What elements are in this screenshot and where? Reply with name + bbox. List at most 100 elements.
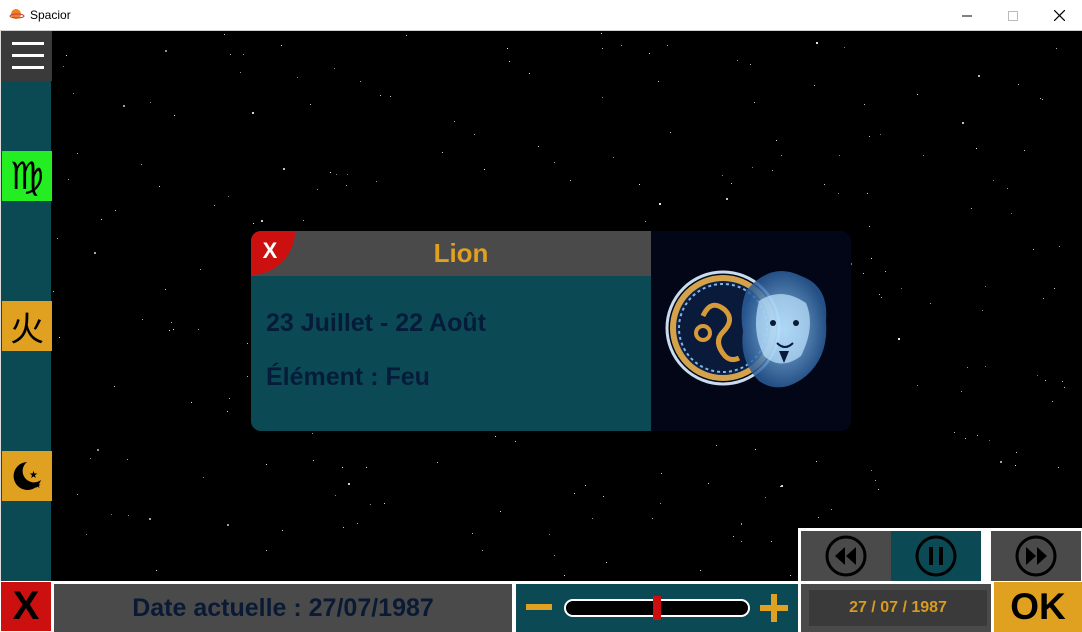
hamburger-line (12, 54, 44, 57)
star (875, 480, 876, 481)
star (989, 440, 990, 441)
speed-slider[interactable] (564, 596, 750, 620)
moon-stars-icon: ★ ★ (13, 462, 41, 490)
pause-button[interactable] (891, 531, 981, 581)
star (869, 226, 870, 227)
svg-text:★: ★ (29, 470, 38, 481)
star (281, 45, 282, 46)
star (985, 286, 986, 287)
star (869, 136, 870, 137)
star (985, 366, 986, 367)
star (592, 518, 593, 519)
star (923, 155, 924, 156)
star (700, 570, 701, 571)
star (1062, 381, 1063, 382)
star (1007, 188, 1008, 189)
star (303, 220, 304, 221)
plus-icon[interactable] (759, 593, 789, 623)
star (1040, 98, 1041, 99)
minus-icon[interactable] (524, 600, 554, 614)
star (77, 494, 78, 495)
star (741, 541, 742, 542)
star (171, 322, 172, 323)
date-input-field[interactable]: 27 / 07 / 1987 (809, 590, 987, 626)
star (838, 193, 839, 194)
star (878, 489, 879, 490)
star (230, 54, 231, 55)
rewind-button[interactable] (801, 531, 891, 581)
star (482, 550, 483, 551)
sidebar-item-moon[interactable]: ★ ★ (2, 451, 52, 501)
star (1024, 150, 1025, 151)
star (1000, 461, 1002, 463)
star (879, 294, 880, 295)
close-window-button[interactable] (1036, 0, 1082, 31)
star (203, 477, 204, 478)
svg-text:★: ★ (34, 481, 41, 490)
star (313, 460, 314, 461)
star (149, 518, 151, 520)
maximize-icon (1008, 10, 1018, 21)
sidebar-item-zodiac[interactable]: ♍ (2, 151, 52, 201)
speed-slider-thumb[interactable] (653, 596, 661, 620)
star (310, 104, 311, 105)
star (228, 196, 229, 197)
star (348, 483, 350, 485)
star (1042, 99, 1043, 100)
star (961, 391, 962, 392)
star (1058, 467, 1059, 468)
maximize-button[interactable] (990, 0, 1036, 31)
star (962, 122, 964, 124)
ok-button[interactable]: OK (994, 582, 1082, 632)
star (169, 330, 170, 331)
star (114, 386, 115, 387)
star (1037, 375, 1038, 376)
quit-button[interactable]: X (1, 582, 51, 631)
star (227, 411, 228, 412)
star (515, 441, 516, 442)
star (816, 461, 817, 462)
star (507, 48, 508, 49)
star (867, 193, 868, 194)
star (603, 496, 604, 497)
star (156, 570, 157, 571)
speed-control (516, 584, 798, 632)
star (1052, 401, 1053, 402)
star (917, 94, 918, 95)
minimize-button[interactable] (944, 0, 990, 31)
fast-forward-button[interactable] (991, 531, 1081, 581)
menu-button[interactable] (2, 31, 52, 81)
star (227, 524, 229, 526)
star (312, 433, 313, 434)
fire-element-icon: 火 (10, 309, 44, 350)
star (253, 223, 254, 224)
star (247, 343, 248, 344)
hamburger-line (12, 42, 44, 45)
star (474, 134, 475, 135)
sidebar: ♍ 火 ★ ★ (0, 31, 52, 581)
star (165, 289, 166, 290)
star (1064, 387, 1065, 388)
star (159, 186, 160, 187)
star (864, 104, 865, 105)
star (570, 180, 571, 181)
star (898, 338, 900, 340)
star (90, 458, 91, 459)
star (602, 48, 603, 49)
star (266, 464, 267, 465)
star (954, 432, 955, 433)
sign-dates: 23 Juillet - 22 Août (266, 309, 486, 337)
sidebar-item-element[interactable]: 火 (2, 301, 52, 351)
star (94, 252, 96, 254)
star (261, 220, 263, 222)
star (645, 221, 646, 222)
star (1059, 246, 1060, 247)
star (472, 533, 473, 534)
star (384, 503, 385, 504)
star (722, 175, 723, 176)
star (978, 75, 980, 77)
star (57, 238, 58, 239)
star (357, 523, 358, 524)
app-logo-icon (9, 9, 25, 19)
star (406, 35, 407, 36)
